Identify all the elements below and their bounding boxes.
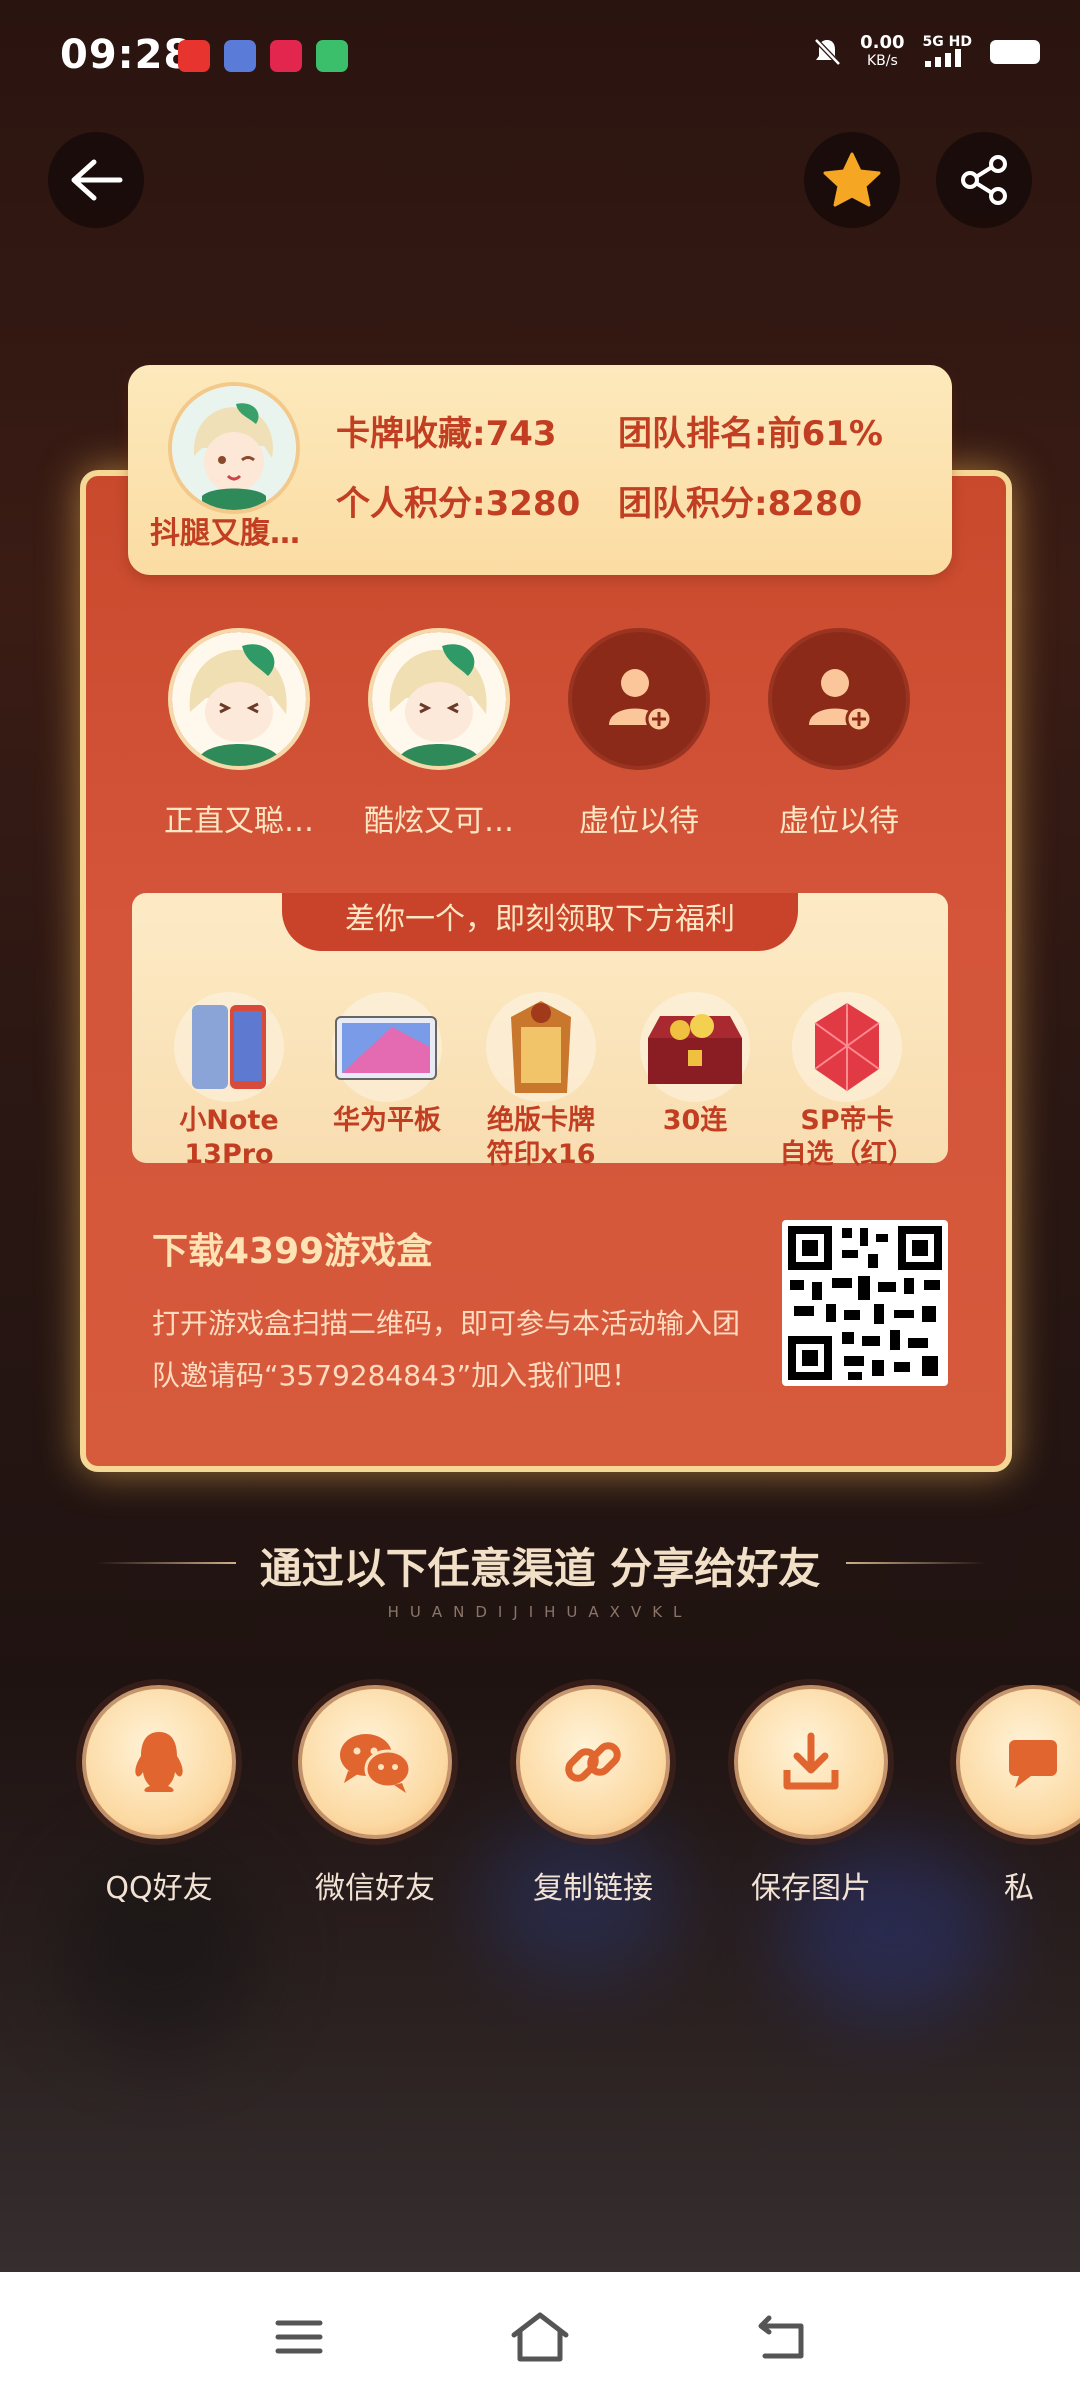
status-indicators: 0.00 KB/s 5G HD (812, 34, 1040, 70)
game-app-icon (224, 40, 256, 72)
tablet-icon (332, 992, 442, 1102)
network-speed-value: 0.00 (860, 32, 905, 53)
team-score-stat: 团队积分:8280 (618, 484, 863, 524)
share-subtitle: HUANDIJIHUAXVKL (387, 1603, 693, 1621)
back-arrow-icon (758, 2315, 804, 2359)
phone-icon (174, 992, 284, 1102)
empty-slot-avatar (768, 628, 910, 770)
card-seal-icon (486, 992, 596, 1102)
network-speed-unit: KB/s (866, 53, 898, 69)
user-avatar[interactable] (168, 382, 300, 514)
red-gem-icon (792, 992, 902, 1102)
share-title: 通过以下任意渠道 分享给好友 (259, 1544, 821, 1593)
card-collection-stat: 卡牌收藏:743 (336, 414, 557, 454)
battery-icon (990, 40, 1040, 64)
reward-item: 30连 (620, 992, 770, 1138)
share-icon (961, 155, 1007, 205)
share-label: 复制链接 (533, 1871, 653, 1906)
notification-icons (178, 40, 348, 72)
add-user-icon (609, 669, 673, 733)
share-label: 保存图片 (751, 1871, 871, 1906)
chibi-avatar-icon (172, 632, 306, 766)
share-circle (82, 1685, 236, 1839)
status-bar: 09:28 0.00 KB/s 5G HD (0, 0, 1080, 110)
personal-score-stat: 个人积分:3280 (336, 484, 581, 524)
anime-avatar-icon (172, 386, 296, 510)
reward-label: SP帝卡 自选（红） (779, 1105, 915, 1170)
reward-item: 华为平板 (312, 992, 462, 1138)
reward-label: 华为平板 (333, 1105, 441, 1136)
rewards-banner: 差你一个，即刻领取下方福利 (282, 893, 798, 951)
share-private-message-button[interactable]: 私 (944, 1685, 1080, 1907)
wechat-icon (340, 1734, 412, 1793)
empty-slot-avatar (568, 628, 710, 770)
reward-item: 绝版卡牌 符印x16 (466, 992, 616, 1172)
reward-item: 小Note 13Pro (154, 992, 304, 1172)
member-name: 酷炫又可… (364, 804, 514, 839)
reward-label: 绝版卡牌 符印x16 (486, 1105, 596, 1170)
team-member[interactable]: 酷炫又可… (364, 628, 514, 840)
qr-code (782, 1220, 948, 1386)
home-icon (511, 2312, 569, 2362)
share-label: QQ好友 (105, 1871, 213, 1906)
share-circle (298, 1685, 452, 1839)
home-nav-button[interactable] (505, 2302, 575, 2372)
save-image-button[interactable]: 保存图片 (726, 1685, 896, 1907)
share-label: 私 (1004, 1871, 1034, 1906)
add-user-icon (809, 669, 873, 733)
member-name: 正直又聪… (164, 804, 314, 839)
menu-nav-button[interactable] (264, 2302, 334, 2372)
chibi-avatar-icon (372, 632, 506, 766)
favorite-button[interactable] (804, 132, 900, 228)
reward-item: SP帝卡 自选（红） (772, 992, 922, 1172)
treasure-chest-icon (640, 992, 750, 1102)
member-name: 虚位以待 (579, 804, 699, 839)
status-time: 09:28 (60, 32, 193, 78)
team-rank-stat: 团队排名:前61% (618, 414, 883, 454)
reward-label: 30连 (662, 1105, 728, 1136)
share-circle (956, 1685, 1080, 1839)
signal-indicator: 5G HD (923, 35, 972, 70)
signal-label: 5G HD (922, 33, 972, 50)
username: 抖腿又腹… (150, 516, 300, 551)
reward-label: 小Note 13Pro (179, 1105, 279, 1170)
message-icon (1009, 1740, 1057, 1788)
bell-muted-icon (814, 38, 841, 66)
menu-icon (275, 2320, 323, 2354)
copy-link-button[interactable]: 复制链接 (508, 1685, 678, 1907)
invite-slot[interactable]: 虚位以待 (764, 628, 914, 840)
share-label: 微信好友 (315, 1871, 435, 1906)
download-title: 下载4399游戏盒 (152, 1231, 433, 1272)
qr-code-icon (788, 1226, 942, 1380)
team-member[interactable]: 正直又聪… (164, 628, 314, 840)
qq-penguin-icon (135, 1732, 183, 1792)
share-circle (516, 1685, 670, 1839)
share-circle (734, 1685, 888, 1839)
member-avatar (368, 628, 510, 770)
arrow-left-icon (71, 159, 123, 201)
member-avatar (168, 628, 310, 770)
redbook-app-icon (270, 40, 302, 72)
link-icon (565, 1742, 621, 1782)
download-icon (783, 1732, 839, 1790)
back-button[interactable] (48, 132, 144, 228)
share-wechat-button[interactable]: 微信好友 (290, 1685, 460, 1907)
download-instructions: 打开游戏盒扫描二维码，即可参与本活动输入团队邀请码“3579284843”加入我… (152, 1307, 741, 1392)
network-speed: 0.00 KB/s (860, 34, 904, 70)
share-button[interactable] (936, 132, 1032, 228)
signal-bars-icon (924, 48, 961, 67)
media-app-icon (316, 40, 348, 72)
member-name: 虚位以待 (779, 804, 899, 839)
back-nav-button[interactable] (746, 2302, 816, 2372)
star-icon (823, 152, 881, 207)
share-qq-button[interactable]: QQ好友 (74, 1685, 244, 1907)
video-app-icon (178, 40, 210, 72)
system-nav-bar (0, 2272, 1080, 2400)
invite-slot[interactable]: 虚位以待 (564, 628, 714, 840)
